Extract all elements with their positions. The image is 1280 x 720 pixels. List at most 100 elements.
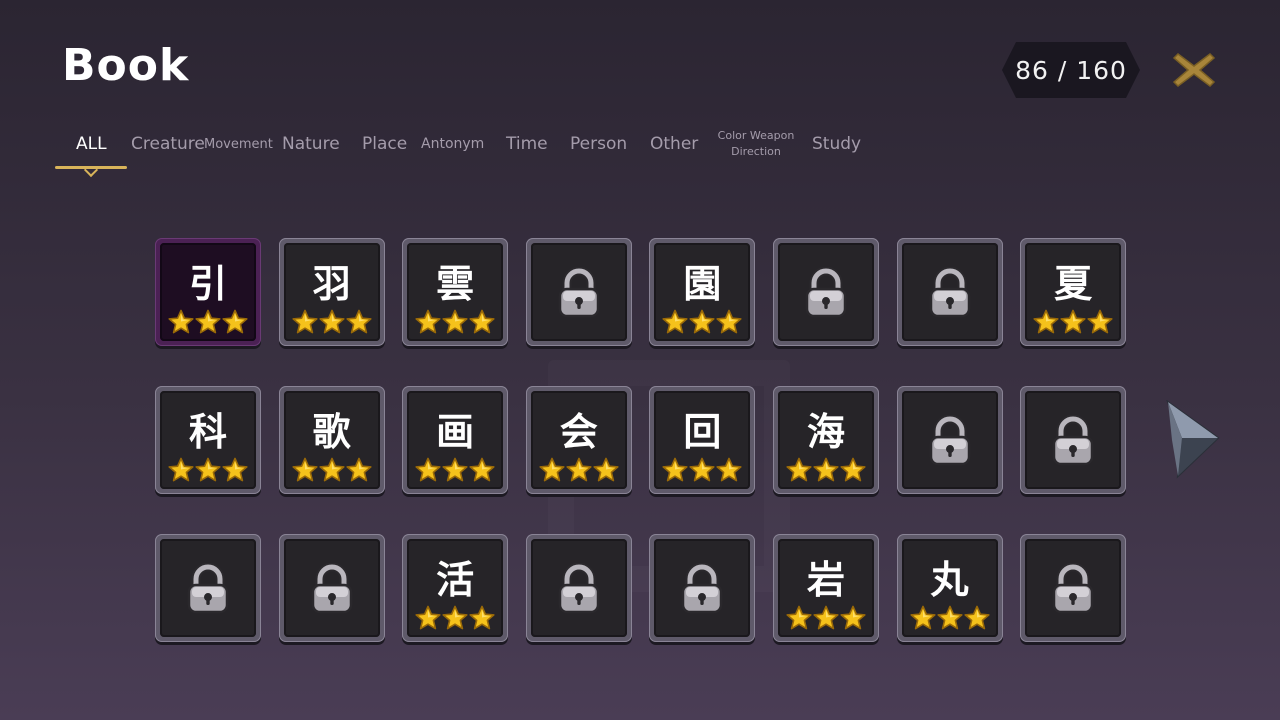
star-icon — [786, 605, 812, 630]
card-face: 海 — [777, 391, 874, 489]
tab-study[interactable]: Study — [812, 134, 861, 156]
star-icon — [689, 457, 715, 482]
tab-label-line1: Color Weapon — [717, 129, 795, 142]
tab-label-line2: Direction — [731, 145, 781, 158]
tab-creature[interactable]: Creature — [131, 134, 205, 156]
locked-kanji-card[interactable] — [649, 534, 756, 642]
star-rating — [160, 457, 256, 483]
kanji-card[interactable]: 画 — [402, 386, 509, 494]
star-rating — [160, 309, 256, 335]
kanji-card[interactable]: 引 — [155, 238, 261, 346]
locked-kanji-card[interactable] — [772, 238, 879, 346]
star-icon — [469, 457, 495, 482]
close-button[interactable] — [1170, 48, 1218, 92]
kanji-character: 岩 — [806, 558, 845, 602]
close-x-icon — [1172, 53, 1216, 87]
padlock-icon — [1052, 563, 1094, 614]
padlock-icon — [187, 563, 229, 614]
locked-kanji-card[interactable] — [525, 238, 632, 346]
star-rating — [778, 457, 874, 483]
star-icon — [415, 457, 441, 482]
kanji-character: 会 — [559, 410, 598, 454]
padlock-icon — [558, 267, 600, 318]
card-face: 丸 — [901, 539, 998, 637]
padlock-icon — [929, 267, 970, 318]
tab-antonym[interactable]: Antonym — [421, 136, 484, 158]
card-face — [530, 243, 627, 341]
padlock-icon — [929, 415, 970, 466]
locked-kanji-card[interactable] — [1020, 386, 1127, 494]
star-icon — [786, 457, 812, 482]
card-face: 会 — [530, 391, 627, 489]
card-face: 科 — [160, 391, 256, 489]
star-icon — [909, 605, 936, 630]
kanji-card[interactable]: 丸 — [896, 534, 1003, 642]
card-face: 回 — [654, 391, 751, 489]
star-rating — [284, 457, 380, 483]
kanji-character: 雲 — [436, 262, 475, 306]
kanji-card[interactable]: 海 — [772, 386, 879, 494]
kanji-card[interactable]: 回 — [649, 386, 756, 494]
star-icon — [168, 457, 194, 482]
padlock-icon — [682, 563, 723, 614]
star-icon — [469, 605, 495, 630]
tab-movement[interactable]: Movement — [204, 137, 273, 159]
star-rating — [531, 457, 627, 483]
card-face — [901, 243, 998, 341]
next-page-button[interactable] — [1162, 399, 1222, 480]
star-rating — [654, 457, 750, 483]
star-rating — [407, 309, 503, 335]
locked-kanji-card[interactable] — [278, 534, 385, 642]
kanji-card[interactable]: 岩 — [772, 534, 879, 642]
star-icon — [1033, 309, 1059, 334]
tab-other[interactable]: Other — [650, 134, 698, 156]
kanji-character: 園 — [683, 262, 722, 306]
kanji-card[interactable]: 歌 — [278, 386, 385, 494]
kanji-card[interactable]: 科 — [155, 386, 261, 494]
star-rating — [407, 457, 503, 483]
kanji-character: 科 — [188, 410, 227, 454]
locked-kanji-card[interactable] — [1020, 534, 1127, 642]
star-icon — [716, 457, 742, 482]
star-icon — [222, 457, 248, 482]
card-face — [1025, 539, 1122, 637]
kanji-card[interactable]: 会 — [525, 386, 632, 494]
locked-kanji-card[interactable] — [155, 534, 261, 642]
card-face — [1025, 391, 1122, 489]
star-icon — [291, 457, 318, 482]
kanji-card[interactable]: 夏 — [1020, 238, 1127, 346]
star-icon — [168, 309, 194, 334]
star-icon — [222, 309, 248, 334]
kanji-character: 画 — [436, 410, 475, 454]
kanji-character: 引 — [188, 262, 227, 306]
kanji-card[interactable]: 雲 — [402, 238, 509, 346]
locked-kanji-card[interactable] — [525, 534, 632, 642]
kanji-card[interactable]: 活 — [402, 534, 509, 642]
star-icon — [442, 309, 468, 334]
tab-color-weapon-direction[interactable]: Color Weapon Direction — [711, 128, 801, 162]
kanji-card[interactable]: 羽 — [278, 238, 385, 346]
card-face — [530, 539, 627, 637]
star-rating — [902, 605, 998, 631]
card-face: 岩 — [777, 539, 874, 637]
star-rating — [407, 605, 503, 631]
card-face — [654, 539, 751, 637]
card-face — [160, 539, 256, 637]
locked-kanji-card[interactable] — [896, 386, 1003, 494]
star-icon — [345, 457, 372, 482]
star-icon — [345, 309, 372, 334]
tab-place[interactable]: Place — [362, 134, 407, 156]
star-icon — [936, 605, 963, 630]
star-icon — [291, 309, 318, 334]
star-icon — [689, 309, 715, 334]
kanji-card[interactable]: 園 — [649, 238, 756, 346]
tab-time[interactable]: Time — [506, 134, 548, 156]
tab-person[interactable]: Person — [570, 134, 627, 156]
tab-all[interactable]: ALL — [76, 134, 107, 156]
star-icon — [813, 605, 839, 630]
kanji-card-grid: 引 羽 雲 園 夏科 歌 画 会 回 海活 岩 丸 — [155, 238, 1127, 642]
padlock-icon — [1052, 415, 1094, 466]
locked-kanji-card[interactable] — [896, 238, 1003, 346]
card-face — [901, 391, 998, 489]
tab-nature[interactable]: Nature — [282, 134, 340, 156]
